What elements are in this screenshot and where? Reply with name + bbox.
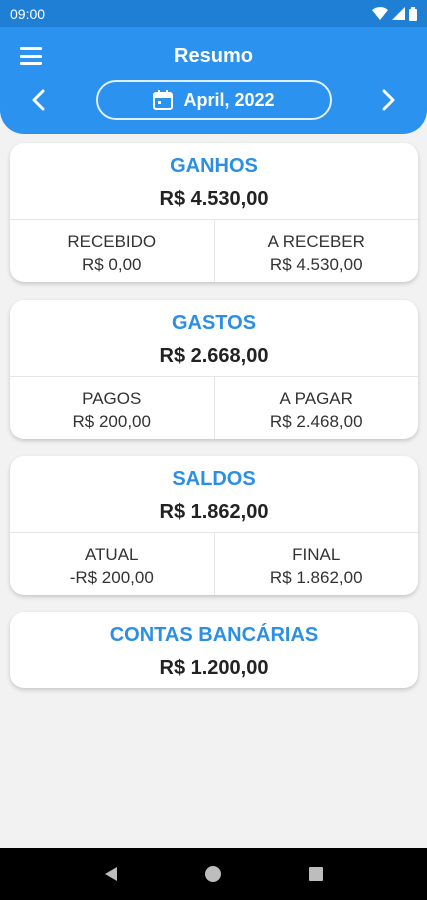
final-balance-label: FINAL [292, 545, 341, 564]
final-balance-column: FINAL R$ 1.862,00 [213, 533, 419, 595]
card-title: GASTOS [171, 312, 257, 334]
card-split: PAGOS R$ 200,00 A PAGAR R$ 2.468,00 [10, 376, 418, 439]
ganhos-card[interactable]: GANHOS R$ 4.530,00 RECEBIDO R$ 0,00 A RE… [10, 143, 418, 282]
status-time: 09:00 [10, 5, 46, 22]
card-total: R$ 2.668,00 [159, 345, 269, 367]
system-nav-bar [0, 848, 427, 900]
card-split: ATUAL -R$ 200,00 FINAL R$ 1.862,00 [10, 532, 418, 595]
status-icons [372, 6, 417, 21]
recents-square-icon[interactable] [307, 865, 325, 883]
month-label: April, 2022 [183, 89, 275, 110]
card-split: RECEBIDO R$ 0,00 A RECEBER R$ 4.530,00 [10, 219, 418, 282]
page-title: Resumo [174, 45, 253, 67]
chevron-right-icon[interactable] [375, 87, 401, 113]
to-pay-value: R$ 2.468,00 [269, 412, 363, 431]
to-receive-label: A RECEBER [267, 232, 365, 251]
card-title: SALDOS [172, 468, 256, 490]
received-column: RECEBIDO R$ 0,00 [10, 220, 214, 282]
current-balance-value: -R$ 200,00 [69, 568, 154, 587]
wifi-icon [372, 7, 388, 20]
chevron-left-icon[interactable] [26, 87, 52, 113]
card-total: R$ 1.862,00 [159, 501, 269, 523]
card-title: CONTAS BANCÁRIAS [109, 624, 319, 646]
status-bar: 09:00 [0, 0, 427, 27]
saldos-card[interactable]: SALDOS R$ 1.862,00 ATUAL -R$ 200,00 FINA… [10, 456, 418, 595]
received-label: RECEBIDO [67, 232, 157, 251]
home-circle-icon[interactable] [204, 865, 222, 883]
calendar-icon [153, 90, 174, 110]
current-balance-label: ATUAL [84, 545, 139, 564]
month-selector-button[interactable]: April, 2022 [96, 80, 332, 120]
to-receive-column: A RECEBER R$ 4.530,00 [213, 220, 419, 282]
card-total: R$ 4.530,00 [159, 188, 269, 210]
bank-accounts-card[interactable]: CONTAS BANCÁRIAS R$ 1.200,00 [10, 612, 418, 688]
card-title: GANHOS [170, 155, 258, 177]
paid-label: PAGOS [82, 389, 142, 408]
paid-value: R$ 200,00 [72, 412, 151, 431]
to-pay-label: A PAGAR [279, 389, 353, 408]
app-header: Resumo April, 2022 [0, 27, 427, 134]
gastos-card[interactable]: GASTOS R$ 2.668,00 PAGOS R$ 200,00 A PAG… [10, 300, 418, 439]
current-balance-column: ATUAL -R$ 200,00 [10, 533, 214, 595]
final-balance-value: R$ 1.862,00 [269, 568, 363, 587]
received-value: R$ 0,00 [81, 255, 142, 274]
to-pay-column: A PAGAR R$ 2.468,00 [213, 377, 419, 439]
card-total: R$ 1.200,00 [159, 657, 269, 679]
paid-column: PAGOS R$ 200,00 [10, 377, 214, 439]
to-receive-value: R$ 4.530,00 [269, 255, 363, 274]
signal-icon [392, 7, 405, 20]
back-triangle-icon[interactable] [102, 865, 120, 883]
battery-icon [409, 6, 417, 21]
